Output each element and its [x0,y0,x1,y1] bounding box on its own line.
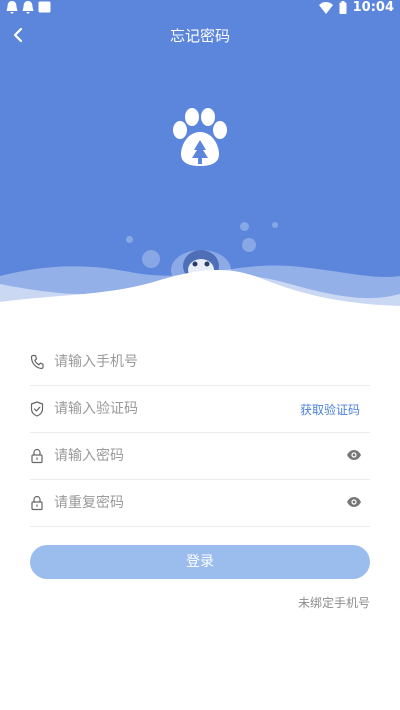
lock-icon [31,495,43,511]
image-icon [38,1,51,13]
lock-icon [31,448,43,464]
eye-icon[interactable] [346,495,362,509]
status-bar: 10:04 [0,0,400,17]
password-field [30,434,370,480]
get-code-button[interactable]: 获取验证码 [300,401,360,418]
login-button[interactable]: 登录 [30,545,370,579]
shield-icon [30,401,44,417]
phone-icon [30,354,44,370]
title-bar: 忘记密码 [0,17,400,53]
confirm-password-input[interactable] [54,491,294,515]
wifi-icon [318,1,333,14]
status-time: 10:04 [352,0,394,15]
password-input[interactable] [54,444,294,468]
page-title: 忘记密码 [169,27,230,45]
confirm-password-field [30,481,370,527]
unbound-phone-link[interactable]: 未绑定手机号 [298,594,370,611]
notification-icon [22,1,34,14]
paw-logo [173,108,227,166]
eye-icon[interactable] [346,448,362,462]
code-field: 获取验证码 [30,387,370,433]
code-input[interactable] [54,397,294,421]
phone-field [30,340,370,386]
phone-input[interactable] [54,350,294,374]
header-banner: 10:04 忘记密码 [0,0,400,320]
battery-icon [339,1,347,14]
notification-icon [6,1,18,14]
wave-decoration [0,265,400,320]
